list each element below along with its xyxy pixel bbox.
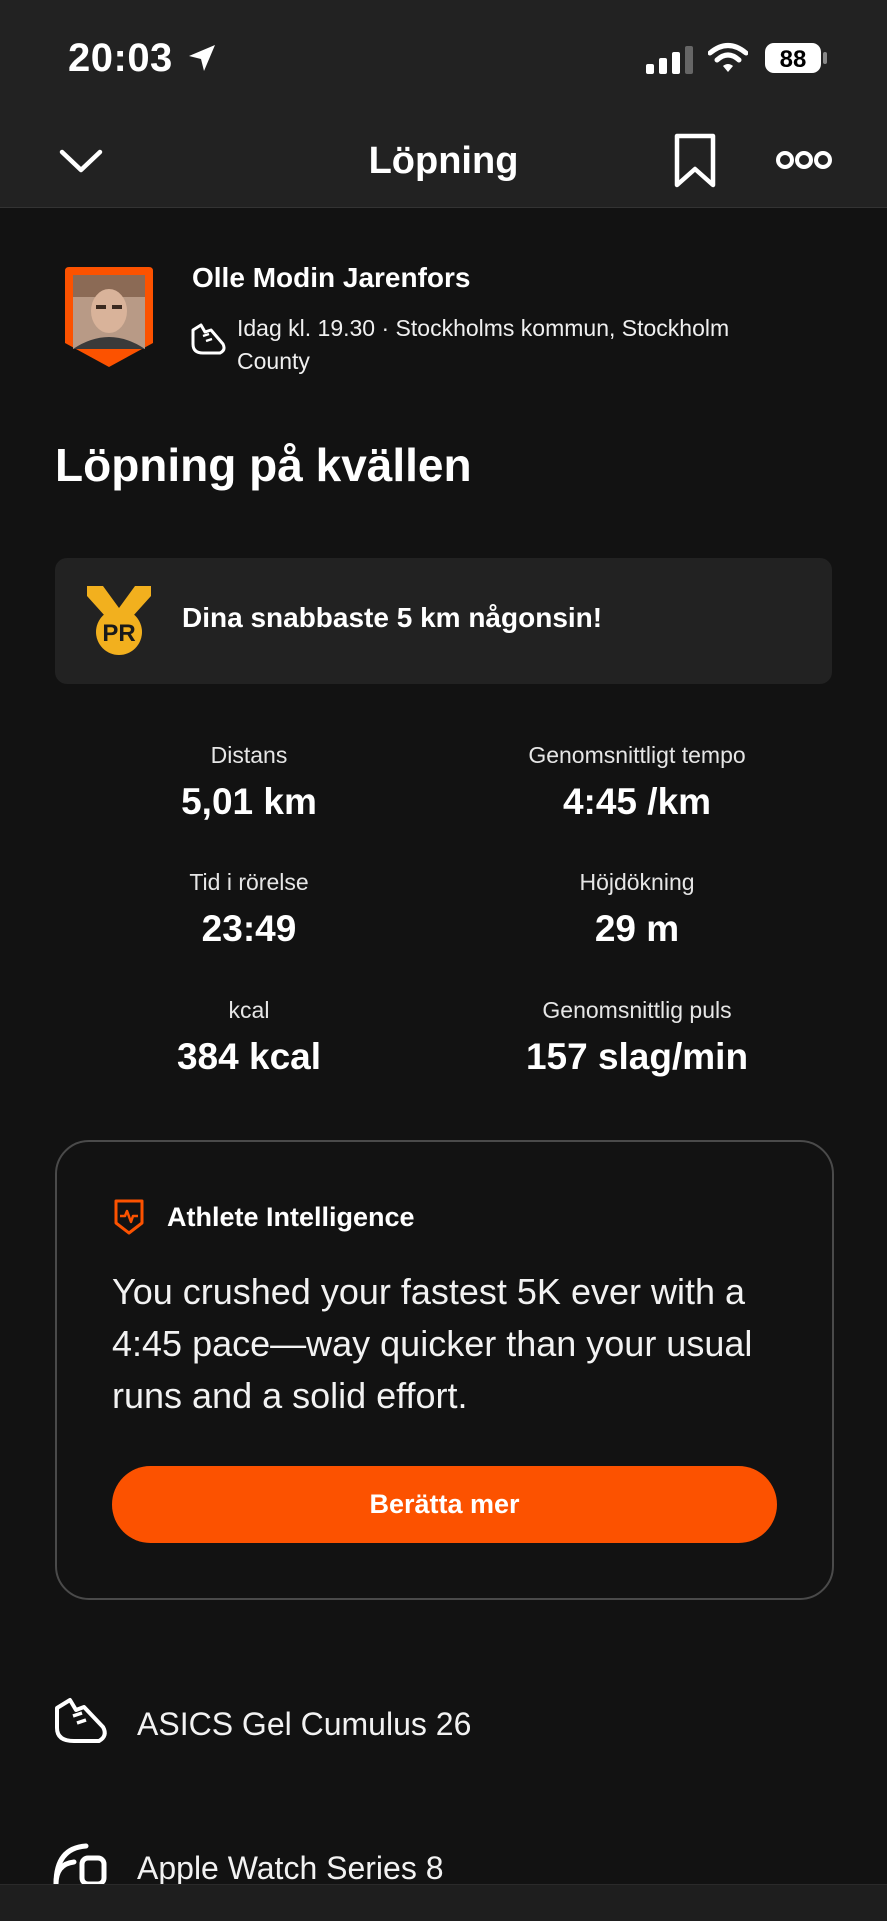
bottom-bar — [0, 1884, 887, 1921]
watch-icon — [52, 1840, 110, 1889]
bookmark-icon[interactable] — [672, 132, 718, 195]
status-time: 20:03 — [68, 36, 173, 80]
stat-calories: kcal 384 kcal — [84, 997, 414, 1078]
avatar[interactable] — [63, 265, 155, 369]
pr-text: Dina snabbaste 5 km någonsin! — [182, 602, 603, 633]
stat-distance: Distans 5,01 km — [84, 742, 414, 823]
stat-value: 384 kcal — [176, 1036, 322, 1077]
battery-icon: 88 — [764, 42, 828, 79]
stat-value: 23:49 — [201, 908, 297, 949]
page-title: Löpning — [368, 140, 519, 182]
gear-device-label[interactable]: Apple Watch Series 8 — [137, 1850, 444, 1887]
athlete-intelligence-text: You crushed your fastest 5K ever with a … — [112, 1271, 753, 1416]
shoe-icon — [189, 322, 227, 363]
athlete-intelligence-card: Athlete Intelligence You crushed your fa… — [55, 1140, 834, 1600]
shoe-icon — [52, 1696, 110, 1753]
tell-more-button[interactable]: Berätta mer — [112, 1466, 777, 1543]
athlete-intelligence-icon — [113, 1198, 145, 1241]
stat-pace: Genomsnittligt tempo 4:45 /km — [472, 742, 802, 823]
stat-label: Distans — [210, 742, 288, 768]
location-arrow-icon — [186, 42, 218, 79]
stat-label: Tid i rörelse — [189, 869, 309, 895]
stat-label: Genomsnittligt tempo — [528, 742, 746, 768]
gear-shoe-label[interactable]: ASICS Gel Cumulus 26 — [137, 1706, 471, 1743]
stat-elevation: Höjdökning 29 m — [472, 869, 802, 950]
battery-level: 88 — [780, 46, 807, 73]
nav-bar: Löpning — [0, 118, 887, 208]
status-bar: 20:03 88 — [0, 0, 887, 118]
athlete-intelligence-title: Athlete Intelligence — [167, 1202, 415, 1232]
stat-label: Genomsnittlig puls — [542, 997, 732, 1023]
pr-medal-icon: PR — [83, 582, 155, 663]
stat-value: 5,01 km — [181, 781, 317, 822]
pr-badge-text: PR — [102, 620, 135, 647]
athlete-name[interactable]: Olle Modin Jarenfors — [192, 262, 471, 294]
signal-icon — [646, 46, 694, 79]
stat-value: 29 m — [594, 908, 680, 949]
stat-value: 157 slag/min — [525, 1036, 749, 1077]
activity-meta: Idag kl. 19.30 · Stockholms kommun, Stoc… — [237, 315, 730, 374]
stat-value: 4:45 /km — [562, 781, 712, 822]
pr-banner[interactable]: PR Dina snabbaste 5 km någonsin! — [55, 558, 832, 684]
stat-label: kcal — [228, 997, 270, 1023]
stat-label: Höjdökning — [579, 869, 695, 895]
activity-title: Löpning på kvällen — [55, 439, 472, 491]
wifi-icon — [707, 42, 749, 79]
more-icon[interactable] — [776, 148, 832, 177]
stat-heart-rate: Genomsnittlig puls 157 slag/min — [472, 997, 802, 1078]
stat-moving-time: Tid i rörelse 23:49 — [84, 869, 414, 950]
